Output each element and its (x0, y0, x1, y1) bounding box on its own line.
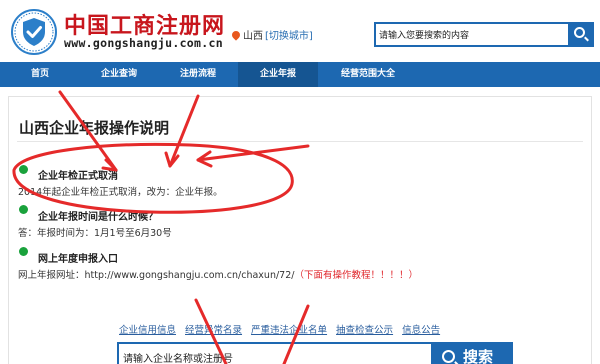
section-text-report-time: 答：年报时间为：1月1号至6月30号 (18, 228, 172, 239)
search-icon (574, 27, 585, 38)
section-title-online-entry: 网上年度申报入口 (38, 254, 118, 265)
site-header: 中国工商注册网 www.gongshangju.com.cn 山西 [切换城市] (0, 0, 600, 62)
section-text-online-entry: 网上年报网址：http://www.gongshangju.com.cn/cha… (18, 267, 418, 281)
site-url: www.gongshangju.com.cn (64, 36, 223, 50)
link-serious-violation[interactable]: 严重违法企业名单 (251, 325, 327, 336)
header-search-input[interactable] (376, 24, 568, 45)
online-report-url[interactable]: 网上年报网址：http://www.gongshangju.com.cn/cha… (18, 270, 294, 281)
link-spot-check[interactable]: 抽查检查公示 (336, 325, 393, 336)
bullet-dot (19, 247, 28, 256)
public-info-links: 企业信用信息 经营异常名录 严重违法企业名单 抽查检查公示 信息公告 (119, 322, 449, 336)
nav-item-annual-report[interactable]: 企业年报 (238, 62, 318, 87)
bullet-dot (19, 205, 28, 214)
tutorial-note: （下面有操作教程！！！！） (294, 270, 418, 281)
shield-logo-icon (11, 9, 57, 55)
company-search: 搜索 (117, 342, 513, 364)
bullet-dot (19, 165, 28, 174)
search-icon (442, 350, 455, 363)
company-search-input[interactable] (119, 344, 431, 364)
section-text-annual-inspection: 2014年起企业年检正式取消，改为：企业年报。 (18, 187, 223, 198)
company-search-button[interactable]: 搜索 (431, 344, 511, 364)
location-pin-icon (230, 29, 242, 41)
link-credit-info[interactable]: 企业信用信息 (119, 325, 176, 336)
nav-item-registration[interactable]: 注册流程 (158, 62, 238, 87)
switch-city-link[interactable]: [切换城市] (265, 31, 313, 42)
section-title-report-time: 企业年报时间是什么时候？ (38, 212, 158, 223)
nav-item-business-scope[interactable]: 经营范围大全 (318, 62, 418, 87)
header-search (374, 22, 594, 47)
current-city: 山西 (243, 31, 263, 42)
nav-item-company-search[interactable]: 企业查询 (80, 62, 158, 87)
main-nav: 首页 企业查询 注册流程 企业年报 经营范围大全 (0, 62, 600, 87)
link-announcements[interactable]: 信息公告 (402, 325, 440, 336)
page-title: 山西企业年报操作说明 (19, 119, 170, 137)
nav-item-home[interactable]: 首页 (0, 62, 80, 87)
article-panel: 山西企业年报操作说明 企业年检正式取消 2014年起企业年检正式取消，改为：企业… (8, 96, 592, 364)
city-selector[interactable]: 山西 [切换城市] (230, 27, 313, 42)
link-abnormal-list[interactable]: 经营异常名录 (185, 325, 242, 336)
search-button-label: 搜索 (463, 348, 494, 364)
header-search-button[interactable] (568, 24, 592, 45)
title-divider (17, 141, 583, 142)
section-title-annual-inspection: 企业年检正式取消 (38, 171, 118, 182)
